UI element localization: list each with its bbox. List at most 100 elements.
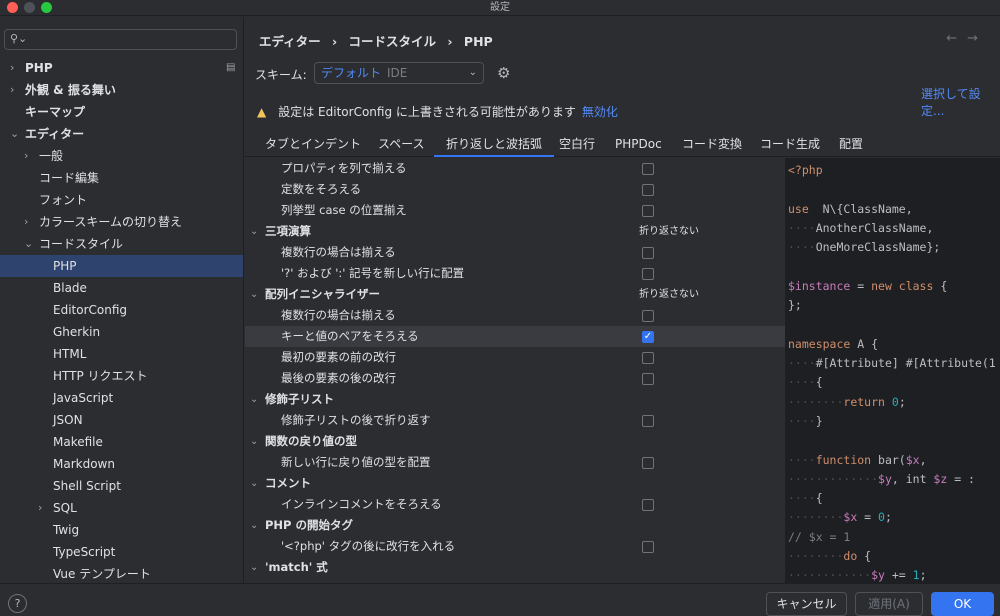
- option-checkbox[interactable]: [642, 373, 654, 385]
- option-checkbox[interactable]: [642, 184, 654, 196]
- option-checkbox[interactable]: [642, 541, 654, 553]
- select-and-set-link[interactable]: 選択して設定...: [921, 85, 1000, 119]
- sidebar-item-label: Vue テンプレート: [53, 567, 151, 581]
- code-token: =: [850, 278, 872, 293]
- tab[interactable]: コード変換: [682, 133, 742, 157]
- sidebar-item[interactable]: フォント: [0, 189, 243, 211]
- option-group[interactable]: ⌄ 配列イニシャライザー 折り返さない: [245, 284, 785, 305]
- code-token: , int: [891, 471, 934, 486]
- option-group[interactable]: ⌄ 関数の戻り値の型: [245, 431, 785, 452]
- sidebar-item[interactable]: Vue テンプレート: [0, 563, 243, 583]
- ok-button[interactable]: OK: [931, 592, 994, 616]
- sidebar-item[interactable]: Markdown: [0, 453, 243, 475]
- option-checkbox[interactable]: [642, 310, 654, 322]
- code-token: ········: [788, 510, 844, 525]
- chevron-down-icon[interactable]: ⌄: [250, 515, 258, 536]
- chevron-down-icon[interactable]: ⌄: [250, 389, 258, 410]
- sidebar-item[interactable]: Twig: [0, 519, 243, 541]
- cancel-button[interactable]: キャンセル: [766, 592, 847, 616]
- option-checkbox[interactable]: [642, 268, 654, 280]
- chevron-down-icon[interactable]: ⌄: [250, 431, 258, 452]
- option-group[interactable]: ⌄ コメント: [245, 473, 785, 494]
- option-label: 列挙型 case の位置揃え: [281, 203, 407, 217]
- option-checkbox[interactable]: [642, 247, 654, 259]
- settings-sidebar: ⚲⌄ › PHP ▤ › 外観 & 振る舞い キーマップ ⌄ エディター › 一般 コード編集 フォン…: [0, 17, 244, 583]
- warning-icon: ▲: [257, 105, 267, 119]
- chevron-right-icon[interactable]: ›: [38, 497, 42, 519]
- apply-button[interactable]: 適用(A): [855, 592, 923, 616]
- option-checkbox[interactable]: [642, 415, 654, 427]
- settings-search-input[interactable]: ⚲⌄: [4, 29, 237, 50]
- sidebar-item[interactable]: Shell Script: [0, 475, 243, 497]
- chevron-right-icon[interactable]: ›: [24, 211, 28, 233]
- code-line: // $x = 1: [788, 528, 850, 547]
- tab[interactable]: コード生成: [760, 133, 820, 157]
- chevron-right-icon[interactable]: ›: [24, 145, 28, 167]
- breadcrumb-editor[interactable]: エディター: [259, 34, 321, 49]
- sidebar-item[interactable]: › PHP ▤: [0, 57, 243, 79]
- chevron-down-icon[interactable]: ⌄: [250, 221, 258, 242]
- back-arrow-icon[interactable]: ←: [946, 31, 967, 46]
- scheme-label: スキーム:: [255, 68, 307, 82]
- sidebar-item[interactable]: キーマップ: [0, 101, 243, 123]
- tab[interactable]: スペース: [378, 133, 425, 157]
- chevron-right-icon[interactable]: ›: [10, 57, 14, 79]
- chevron-down-icon[interactable]: ⌄: [250, 473, 258, 494]
- chevron-down-icon[interactable]: ⌄: [250, 284, 258, 305]
- option-label: コメント: [265, 476, 311, 490]
- sidebar-item[interactable]: › SQL: [0, 497, 243, 519]
- sidebar-item[interactable]: JavaScript: [0, 387, 243, 409]
- option-checkbox[interactable]: ✓: [642, 331, 654, 343]
- zoom-window-button[interactable]: [41, 2, 52, 13]
- minimize-window-button[interactable]: [24, 2, 35, 13]
- chevron-down-icon[interactable]: ⌄: [10, 123, 19, 145]
- scheme-select[interactable]: デフォルト IDE ⌄: [314, 62, 484, 84]
- tab[interactable]: 配置: [839, 133, 863, 157]
- close-window-button[interactable]: [7, 2, 18, 13]
- chevron-right-icon[interactable]: ›: [10, 79, 14, 101]
- sidebar-item[interactable]: Gherkin: [0, 321, 243, 343]
- sidebar-item[interactable]: Makefile: [0, 431, 243, 453]
- sidebar-item[interactable]: › カラースキームの切り替え: [0, 211, 243, 233]
- sidebar-item[interactable]: PHP: [0, 255, 243, 277]
- option-checkbox[interactable]: [642, 352, 654, 364]
- sidebar-item[interactable]: TypeScript: [0, 541, 243, 563]
- option-group[interactable]: ⌄ 'match' 式: [245, 557, 785, 578]
- wrap-mode-value[interactable]: 折り返さない: [639, 221, 699, 242]
- sidebar-item[interactable]: HTML: [0, 343, 243, 365]
- tab[interactable]: 空白行: [559, 133, 595, 157]
- option-group[interactable]: ⌄ 修飾子リスト: [245, 389, 785, 410]
- chevron-down-icon[interactable]: ⌄: [24, 233, 33, 255]
- sidebar-item[interactable]: › 外観 & 振る舞い: [0, 79, 243, 101]
- forward-arrow-icon[interactable]: →: [967, 31, 988, 46]
- option-row: 最後の要素の後の改行: [245, 368, 785, 389]
- sidebar-item-label: HTTP リクエスト: [53, 369, 148, 383]
- sidebar-item[interactable]: ⌄ コードスタイル: [0, 233, 243, 255]
- tab[interactable]: タブとインデント: [265, 133, 361, 157]
- sidebar-item[interactable]: HTTP リクエスト: [0, 365, 243, 387]
- tab[interactable]: PHPDoc: [615, 133, 662, 157]
- help-button[interactable]: ?: [8, 594, 27, 613]
- sidebar-item[interactable]: ⌄ エディター: [0, 123, 243, 145]
- wrap-mode-value[interactable]: 折り返さない: [639, 284, 699, 305]
- tab[interactable]: 折り返しと波括弧: [434, 133, 555, 157]
- code-line: ····}: [788, 412, 823, 431]
- code-token: 0: [878, 510, 885, 525]
- option-checkbox[interactable]: [642, 499, 654, 511]
- sidebar-item-label: コードスタイル: [39, 237, 124, 251]
- disable-link[interactable]: 無効化: [582, 105, 618, 119]
- option-group[interactable]: ⌄ PHP の開始タグ: [245, 515, 785, 536]
- sidebar-item[interactable]: › 一般: [0, 145, 243, 167]
- option-label: 三項演算: [265, 224, 311, 238]
- sidebar-item[interactable]: JSON: [0, 409, 243, 431]
- sidebar-item[interactable]: EditorConfig: [0, 299, 243, 321]
- option-checkbox[interactable]: [642, 205, 654, 217]
- sidebar-item[interactable]: コード編集: [0, 167, 243, 189]
- gear-icon[interactable]: ⚙: [497, 64, 510, 82]
- option-checkbox[interactable]: [642, 163, 654, 175]
- breadcrumb-code-style[interactable]: コードスタイル: [349, 34, 437, 49]
- chevron-down-icon[interactable]: ⌄: [250, 557, 258, 578]
- option-group[interactable]: ⌄ 三項演算 折り返さない: [245, 221, 785, 242]
- sidebar-item[interactable]: Blade: [0, 277, 243, 299]
- option-checkbox[interactable]: [642, 457, 654, 469]
